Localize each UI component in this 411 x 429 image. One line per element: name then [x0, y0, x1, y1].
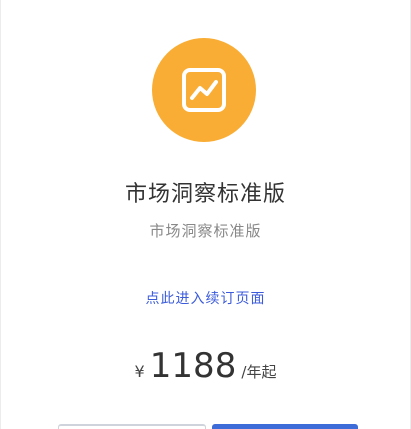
- product-badge: [152, 38, 256, 142]
- product-subtitle: 市场洞察标准版: [149, 222, 262, 240]
- product-title: 市场洞察标准版: [124, 182, 286, 207]
- renewal-link[interactable]: 点此进入续订页面: [0, 288, 411, 308]
- price: ¥ 1188 /年起: [0, 346, 411, 386]
- price-amount: 1188: [149, 346, 237, 386]
- trend-chart-icon: [182, 68, 226, 112]
- price-currency: ¥: [134, 362, 145, 381]
- secondary-button[interactable]: [58, 424, 206, 429]
- primary-button[interactable]: [212, 424, 358, 429]
- product-card: 市场洞察标准版 市场洞察标准版 点此进入续订页面 ¥ 1188 /年起: [0, 0, 411, 429]
- price-unit: /年起: [241, 363, 277, 381]
